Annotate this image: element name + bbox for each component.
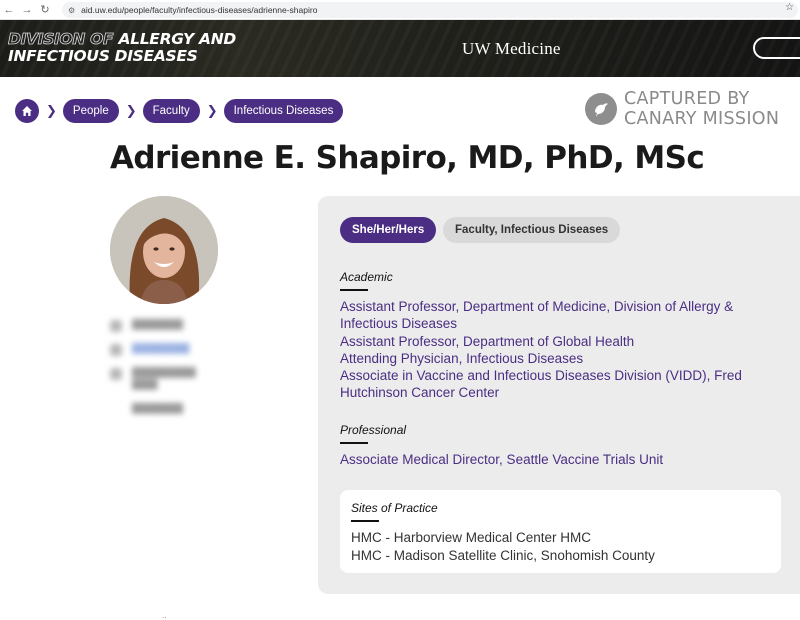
location-icon (110, 368, 122, 380)
contact-row: ████████ (110, 318, 260, 332)
watermark-line2: CANARY MISSION (624, 109, 780, 129)
canary-bird-icon (585, 93, 617, 125)
division-logo[interactable]: DIVISION OF ALLERGY AND INFECTIOUS DISEA… (8, 30, 237, 65)
canary-mission-watermark: CAPTURED BY CANARY MISSION (585, 89, 779, 129)
breadcrumb-faculty[interactable]: Faculty (142, 99, 200, 123)
pronouns-badge: She/Her/Hers (340, 217, 437, 243)
site-item: HMC - Madison Satellite Clinic, Snohomis… (351, 547, 655, 563)
division-title-rest: ALLERGY AND (113, 30, 236, 48)
academic-rule (340, 289, 368, 291)
page-title: Adrienne E. Shapiro, MD, PhD, MSc (110, 140, 705, 176)
appointment-line: Attending Physician, Infectious Diseases (340, 350, 584, 366)
address-bar[interactable]: ⚙ aid.uw.edu/people/faculty/infectious-d… (62, 2, 798, 18)
professional-appointments: Associate Medical Director, Seattle Vacc… (340, 451, 740, 468)
appointment-line: Associate in Vaccine and Infectious Dise… (340, 368, 742, 384)
decorative-dots: .. (162, 611, 167, 620)
site-item: HMC - Harborview Medical Center HMC (351, 530, 592, 545)
watermark-line1: CAPTURED BY (624, 89, 750, 109)
appointment-line: Associate Medical Director, Seattle Vacc… (340, 452, 664, 467)
back-icon[interactable]: ← (0, 0, 18, 20)
breadcrumb: ❯ People ❯ Faculty ❯ Infectious Diseases (15, 99, 344, 123)
header-search-button[interactable] (753, 37, 800, 59)
contact-row: ██████████ ████ ████████ (110, 366, 260, 414)
contact-email-blurred[interactable]: █████████ (132, 342, 189, 354)
breadcrumb-people[interactable]: People (62, 99, 119, 123)
role-tag[interactable]: Faculty, Infectious Diseases (443, 217, 621, 243)
phone-icon (110, 320, 122, 332)
appointment-line: Hutchinson Cancer Center (340, 385, 500, 401)
breadcrumb-infectious-diseases[interactable]: Infectious Diseases (223, 99, 344, 123)
email-icon (110, 344, 122, 356)
contact-phone-blurred: ████████ (132, 319, 184, 329)
uw-medicine-logo[interactable]: UW Medicine (462, 39, 561, 59)
browser-toolbar: ← → ↻ ⚙ aid.uw.edu/people/faculty/infect… (0, 0, 800, 20)
professional-rule (340, 442, 368, 444)
appointment-line: Assistant Professor, Department of Medic… (340, 299, 734, 314)
division-title-outline: DIVISION OF (8, 30, 114, 48)
star-icon[interactable]: ☆ (785, 2, 794, 13)
forward-icon[interactable]: → (18, 0, 36, 20)
contact-row: █████████ (110, 342, 260, 356)
appointment-line: Assistant Professor, Department of Globa… (340, 333, 635, 349)
academic-appointments: Assistant Professor, Department of Medic… (340, 298, 742, 402)
contact-address-blurred: ██████████ ████ ████████ (132, 367, 196, 413)
sites-of-practice-card: Sites of Practice HMC - Harborview Medic… (340, 490, 781, 573)
academic-heading: Academic (340, 270, 393, 284)
sites-heading: Sites of Practice (351, 501, 438, 515)
chevron-right-icon: ❯ (125, 103, 137, 118)
breadcrumb-home[interactable] (15, 99, 39, 123)
professional-heading: Professional (340, 423, 407, 437)
home-icon (22, 106, 32, 116)
chevron-right-icon: ❯ (206, 103, 218, 118)
appointment-line: Infectious Diseases (340, 316, 458, 332)
chevron-right-icon: ❯ (46, 103, 57, 118)
sites-rule (351, 520, 379, 522)
division-title-line2: INFECTIOUS DISEASES (8, 47, 198, 65)
sites-list: HMC - Harborview Medical Center HMC HMC … (351, 529, 655, 564)
site-settings-icon[interactable]: ⚙ (68, 6, 75, 15)
avatar (110, 196, 218, 304)
url-text: aid.uw.edu/people/faculty/infectious-dis… (81, 5, 318, 15)
contact-info-redacted: ████████ █████████ ██████████ ████ ███████… (110, 318, 260, 424)
site-header: DIVISION OF ALLERGY AND INFECTIOUS DISEA… (0, 20, 800, 77)
reload-icon[interactable]: ↻ (36, 0, 54, 20)
